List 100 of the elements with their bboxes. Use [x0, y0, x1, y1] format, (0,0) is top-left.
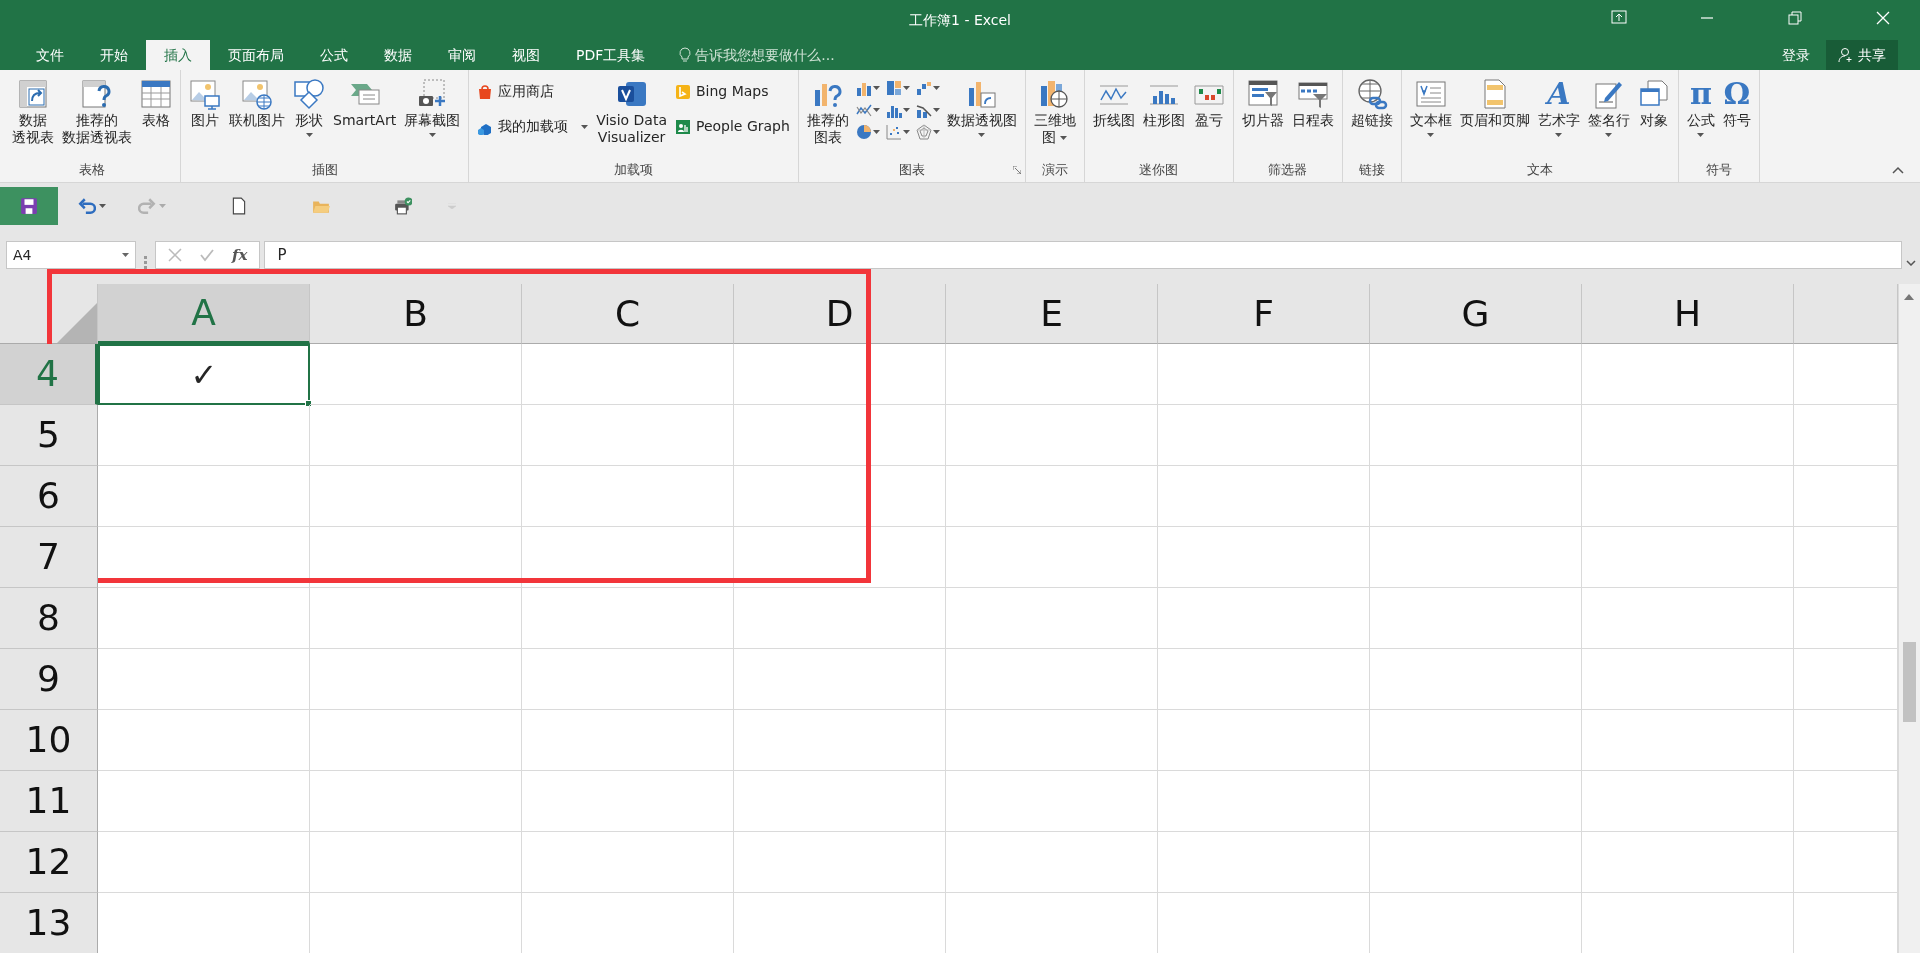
table-cell[interactable] [1582, 527, 1794, 588]
table-cell[interactable] [1582, 344, 1794, 405]
ribbon-button[interactable]: Bing Maps [670, 78, 794, 105]
ribbon-tab[interactable]: 插入 [146, 40, 210, 70]
column-header[interactable]: A [98, 284, 310, 344]
table-cell[interactable] [734, 405, 946, 466]
table-cell[interactable] [522, 527, 734, 588]
row-header[interactable]: 9 [0, 649, 98, 710]
table-cell[interactable] [310, 710, 522, 771]
table-cell[interactable] [310, 649, 522, 710]
ribbon-button[interactable]: π 公式 [1682, 74, 1719, 139]
table-cell[interactable] [734, 344, 946, 405]
ribbon-button[interactable]: 柱形图 [1138, 74, 1189, 131]
table-cell[interactable] [310, 832, 522, 893]
ribbon-tab[interactable]: 视图 [494, 40, 558, 70]
table-cell[interactable] [522, 405, 734, 466]
table-cell[interactable] [734, 832, 946, 893]
ribbon-button[interactable]: 形状 [289, 74, 329, 139]
ribbon-button[interactable]: 数据透视图 [942, 74, 1021, 139]
search-field[interactable]: 告诉我您想要做什么... [695, 44, 896, 66]
ribbon-button[interactable]: 对象 [1633, 74, 1674, 131]
table-cell[interactable] [1158, 405, 1370, 466]
ribbon-button[interactable]: Visio Data Visualizer [592, 74, 671, 148]
table-cell[interactable] [946, 344, 1158, 405]
ribbon-button[interactable]: SmartArt [329, 74, 401, 131]
table-cell[interactable] [522, 710, 734, 771]
table-cell[interactable] [1582, 466, 1794, 527]
share-button[interactable]: 共享 [1826, 40, 1898, 70]
sign-in-link[interactable]: 登录 [1782, 44, 1810, 66]
ribbon-button[interactable]: 盈亏 [1188, 74, 1229, 131]
table-cell[interactable] [946, 527, 1158, 588]
ribbon-button[interactable]: 我的加载项 [473, 113, 593, 140]
table-cell[interactable] [1370, 527, 1582, 588]
table-cell[interactable] [98, 649, 310, 710]
table-cell[interactable] [98, 771, 310, 832]
ribbon-tab[interactable]: PDF工具集 [558, 40, 664, 70]
ribbon-button[interactable]: 推荐的 数据透视表 [58, 74, 136, 148]
table-cell[interactable] [522, 649, 734, 710]
table-cell[interactable] [946, 405, 1158, 466]
ribbon-button[interactable]: 数据 透视表 [8, 74, 58, 148]
row-header[interactable]: 13 [0, 893, 98, 953]
table-cell[interactable]: ✓ [98, 344, 310, 405]
ribbon-tab[interactable]: 页面布局 [210, 40, 302, 70]
ribbon-tab[interactable]: 数据 [366, 40, 430, 70]
table-cell[interactable] [946, 588, 1158, 649]
table-cell[interactable] [734, 771, 946, 832]
table-cell[interactable] [1370, 832, 1582, 893]
name-box[interactable]: A4 [6, 241, 136, 269]
ribbon-button[interactable]: Ω 符号 [1718, 74, 1755, 131]
table-cell[interactable] [1582, 771, 1794, 832]
table-cell[interactable] [1158, 588, 1370, 649]
table-cell[interactable] [1158, 344, 1370, 405]
ribbon-button[interactable]: 图片 [185, 74, 225, 131]
row-header[interactable]: 7 [0, 527, 98, 588]
table-cell[interactable] [1370, 710, 1582, 771]
table-cell[interactable] [1370, 588, 1582, 649]
scrollbar-thumb[interactable] [1903, 642, 1916, 722]
table-cell[interactable] [1370, 405, 1582, 466]
column-header[interactable]: G [1370, 284, 1582, 344]
vertical-scrollbar[interactable] [1898, 284, 1920, 953]
table-cell[interactable] [1158, 649, 1370, 710]
table-cell[interactable] [1582, 405, 1794, 466]
table-cell[interactable] [522, 466, 734, 527]
table-cell[interactable] [1370, 771, 1582, 832]
table-cell[interactable] [522, 344, 734, 405]
ribbon-button[interactable]: 日程表 [1287, 74, 1338, 131]
column-header[interactable]: E [946, 284, 1158, 344]
ribbon-button[interactable]: 联机图片 [225, 74, 289, 131]
table-cell[interactable] [1582, 649, 1794, 710]
table-cell[interactable] [1370, 649, 1582, 710]
ribbon-button[interactable]: 签名行 [1583, 74, 1634, 139]
table-cell[interactable] [522, 832, 734, 893]
table-cell[interactable] [98, 466, 310, 527]
table-cell[interactable] [946, 649, 1158, 710]
table-cell[interactable] [310, 344, 522, 405]
table-cell[interactable] [1158, 466, 1370, 527]
table-cell[interactable] [946, 710, 1158, 771]
table-cell[interactable] [734, 588, 946, 649]
table-cell[interactable] [946, 771, 1158, 832]
insert-function-button[interactable]: fx [232, 243, 248, 267]
ribbon-button[interactable]: 屏幕截图 [400, 74, 465, 139]
ribbon-tab[interactable]: 审阅 [430, 40, 494, 70]
ribbon-button[interactable]: A 艺术字 [1533, 74, 1584, 139]
table-cell[interactable] [310, 771, 522, 832]
ribbon-tab[interactable]: 公式 [302, 40, 366, 70]
table-cell[interactable] [98, 588, 310, 649]
ribbon-button[interactable]: 切片器 [1237, 74, 1288, 131]
table-cell[interactable] [1370, 344, 1582, 405]
table-cell[interactable] [1582, 710, 1794, 771]
row-header[interactable]: 8 [0, 588, 98, 649]
table-cell[interactable] [522, 771, 734, 832]
ribbon-tab[interactable]: 文件 [18, 40, 82, 70]
row-header[interactable]: 5 [0, 405, 98, 466]
column-header[interactable] [1794, 284, 1898, 344]
ribbon-button[interactable]: 应用商店 [473, 78, 593, 105]
table-cell[interactable] [734, 527, 946, 588]
table-cell[interactable] [1370, 466, 1582, 527]
formula-field[interactable]: P [264, 241, 1902, 269]
column-header[interactable]: D [734, 284, 946, 344]
table-cell[interactable] [946, 832, 1158, 893]
